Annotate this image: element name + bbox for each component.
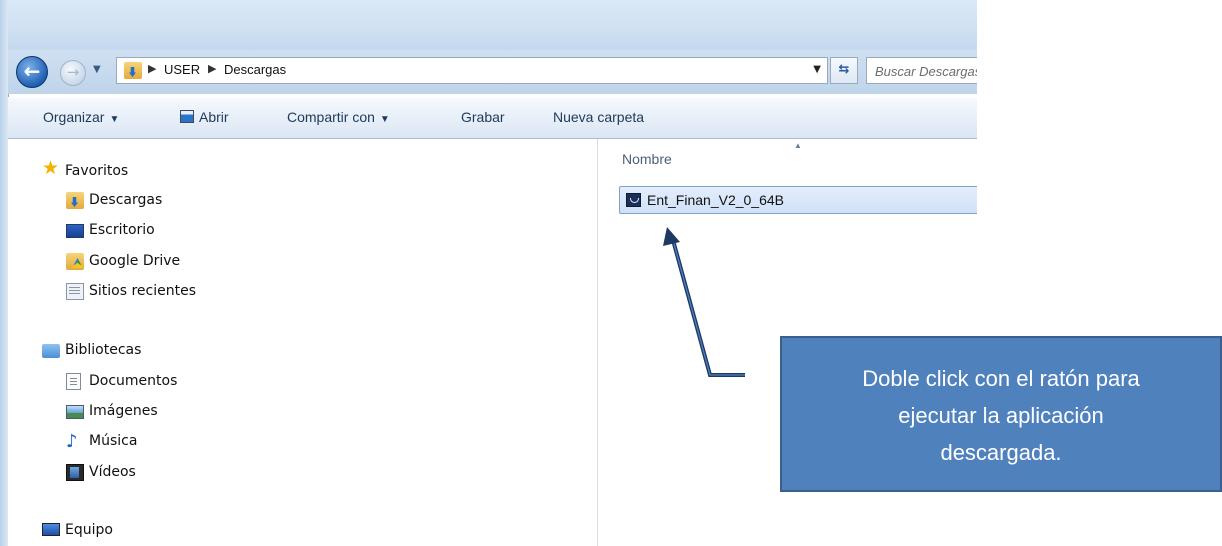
application-icon (626, 193, 641, 207)
refresh-button[interactable]: ⇆ (830, 57, 858, 84)
organizar-button[interactable]: Organizar ▼ (43, 109, 119, 125)
compartir-label: Compartir con (287, 109, 375, 125)
address-bar[interactable]: ▶ USER ▶ Descargas ▼ (116, 57, 828, 84)
nav-label: Imágenes (89, 403, 158, 419)
star-icon: ★ (42, 157, 60, 179)
desktop-icon (66, 224, 84, 238)
abrir-label: Abrir (199, 109, 229, 125)
nav-label: Documentos (89, 373, 178, 389)
title-bar (8, 0, 977, 50)
grabar-button[interactable]: Grabar (461, 109, 505, 125)
documents-icon (66, 373, 81, 390)
annotation-callout: Doble click con el ratón para ejecutar l… (780, 336, 1222, 492)
back-button[interactable]: ← (16, 56, 48, 88)
nav-label: Vídeos (89, 464, 136, 480)
music-note-icon: ♪ (66, 431, 78, 452)
nav-label: Bibliotecas (65, 342, 142, 358)
open-icon (180, 110, 194, 123)
command-bar: Organizar ▼ Abrir Compartir con ▼ Grabar N… (8, 97, 977, 139)
nav-label: Descargas (89, 192, 163, 208)
breadcrumb-separator-icon[interactable]: ▶ (148, 62, 156, 75)
forward-button[interactable]: → (60, 60, 86, 86)
nav-label: Google Drive (89, 253, 181, 269)
breadcrumb-descargas[interactable]: Descargas (224, 62, 286, 77)
breadcrumb-user[interactable]: USER (164, 62, 200, 77)
callout-line-2: ejecutar la aplicación (898, 403, 1104, 428)
callout-line-1: Doble click con el ratón para (862, 366, 1140, 391)
column-header-nombre[interactable]: Nombre (622, 151, 672, 167)
nav-label: Música (89, 433, 138, 449)
callout-line-3: descargada. (940, 440, 1062, 465)
address-dropdown-icon[interactable]: ▼ (813, 64, 821, 75)
downloads-folder-icon (66, 192, 84, 209)
search-input[interactable] (873, 59, 977, 83)
recent-pages-dropdown-icon[interactable]: ▼ (93, 64, 101, 75)
nueva-carpeta-button[interactable]: Nueva carpeta (553, 109, 644, 125)
chevron-down-icon: ▼ (109, 114, 120, 125)
film-icon (66, 464, 84, 481)
chevron-down-icon: ▼ (379, 114, 390, 125)
sort-ascending-icon: ▲ (794, 141, 802, 150)
nav-label: Escritorio (89, 222, 155, 238)
file-name: Ent_Finan_V2_0_64B (647, 192, 784, 208)
libraries-icon (42, 344, 60, 358)
nav-label: Favoritos (65, 163, 129, 179)
computer-icon (42, 523, 60, 536)
pictures-icon (66, 405, 84, 419)
organizar-label: Organizar (43, 109, 105, 125)
breadcrumb-separator-icon[interactable]: ▶ (208, 62, 216, 75)
recent-places-icon (66, 283, 84, 300)
search-box[interactable] (866, 57, 977, 84)
downloads-folder-icon (124, 62, 142, 79)
nav-label: Equipo (65, 522, 113, 538)
compartir-button[interactable]: Compartir con ▼ (287, 109, 390, 125)
nav-label: Sitios recientes (89, 283, 196, 299)
google-drive-folder-icon (66, 253, 84, 270)
abrir-button[interactable]: Abrir (180, 109, 229, 125)
file-item[interactable]: Ent_Finan_V2_0_64B (619, 186, 977, 214)
